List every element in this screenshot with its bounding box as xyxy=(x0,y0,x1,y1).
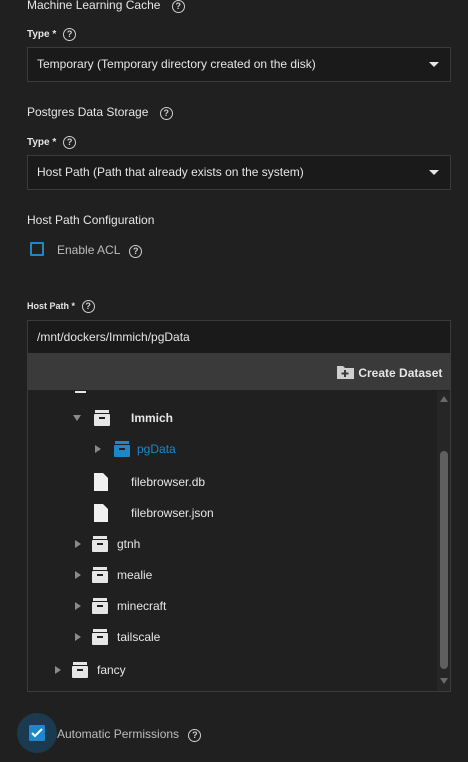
enable-acl-text: Enable ACL xyxy=(57,243,120,257)
postgres-title: Postgres Data Storage ? xyxy=(27,105,173,120)
host-path-value: /mnt/dockers/Immich/pgData xyxy=(37,330,190,344)
create-dataset-button[interactable]: Create Dataset xyxy=(336,363,442,383)
ml-cache-type-value: Temporary (Temporary directory created o… xyxy=(37,57,316,71)
dataset-icon xyxy=(92,598,108,614)
create-dataset-label: Create Dataset xyxy=(358,366,443,380)
scroll-up-arrow[interactable] xyxy=(440,396,448,402)
host-path-config-title: Host Path Configuration xyxy=(27,213,155,227)
tree-partial-item xyxy=(75,391,86,393)
ml-cache-title: Machine Learning Cache ? xyxy=(27,0,185,13)
help-icon[interactable]: ? xyxy=(188,729,202,742)
dataset-icon xyxy=(114,441,130,457)
caret-down-icon[interactable] xyxy=(73,415,81,421)
chevron-down-icon xyxy=(429,170,439,175)
tree-node-label: Immich xyxy=(131,411,174,425)
postgres-type-label: Type * ? xyxy=(27,136,77,149)
enable-acl-label: Enable ACL ? xyxy=(57,243,143,258)
dataset-icon xyxy=(92,567,108,583)
postgres-type-select[interactable]: Host Path (Path that already exists on t… xyxy=(27,155,451,190)
host-path-input[interactable]: /mnt/dockers/Immich/pgData xyxy=(27,320,451,353)
tree-node-label: filebrowser.json xyxy=(131,506,214,520)
help-icon[interactable]: ? xyxy=(159,107,173,120)
host-path-label: Host Path * ? xyxy=(27,300,95,313)
caret-right-icon[interactable] xyxy=(75,633,81,641)
file-explorer: Create Dataset Immich pgData filebrowser… xyxy=(27,353,451,692)
automatic-permissions-label: Automatic Permissions ? xyxy=(57,727,202,742)
dataset-icon xyxy=(94,410,110,426)
required-marker: * xyxy=(71,301,76,311)
caret-right-icon[interactable] xyxy=(95,445,101,453)
caret-right-icon[interactable] xyxy=(75,602,81,610)
help-icon[interactable]: ? xyxy=(129,245,143,258)
help-icon[interactable]: ? xyxy=(81,300,95,313)
dataset-icon xyxy=(72,662,88,678)
tree-node-label: gtnh xyxy=(117,537,141,551)
postgres-type-value: Host Path (Path that already exists on t… xyxy=(37,165,304,179)
tree-node-label: tailscale xyxy=(117,630,161,644)
automatic-permissions-text: Automatic Permissions xyxy=(57,727,180,741)
caret-right-icon[interactable] xyxy=(75,571,81,579)
check-icon xyxy=(31,728,43,738)
folder-plus-icon xyxy=(337,366,354,379)
enable-acl-checkbox[interactable] xyxy=(30,242,44,256)
automatic-permissions-checkbox[interactable] xyxy=(29,725,45,741)
postgres-type-text: Type xyxy=(27,137,50,148)
help-icon[interactable]: ? xyxy=(171,0,185,13)
host-path-label-text: Host Path xyxy=(27,301,70,311)
required-marker: * xyxy=(52,29,57,40)
tree-node-label: mealie xyxy=(117,568,153,582)
tree-node-label: pgData xyxy=(137,442,176,456)
caret-right-icon[interactable] xyxy=(55,666,61,674)
dataset-icon xyxy=(92,629,108,645)
ml-cache-type-text: Type xyxy=(27,29,50,40)
ml-cache-type-label: Type * ? xyxy=(27,28,77,41)
required-marker: * xyxy=(52,137,57,148)
file-icon xyxy=(94,473,108,491)
file-icon xyxy=(94,504,108,522)
help-icon[interactable]: ? xyxy=(63,136,77,149)
ml-cache-type-select[interactable]: Temporary (Temporary directory created o… xyxy=(27,47,451,82)
chevron-down-icon xyxy=(429,62,439,67)
tree-node-label: minecraft xyxy=(117,599,167,613)
postgres-title-text: Postgres Data Storage xyxy=(27,105,149,119)
scrollbar[interactable] xyxy=(437,391,450,691)
scroll-down-arrow[interactable] xyxy=(440,678,448,684)
caret-right-icon[interactable] xyxy=(75,540,81,548)
scrollbar-thumb[interactable] xyxy=(440,451,448,669)
dataset-icon xyxy=(92,536,108,552)
ml-cache-title-text: Machine Learning Cache xyxy=(27,0,161,12)
tree-node-label: fancy xyxy=(97,663,126,677)
tree-node-label: filebrowser.db xyxy=(131,475,206,489)
help-icon[interactable]: ? xyxy=(63,28,77,41)
